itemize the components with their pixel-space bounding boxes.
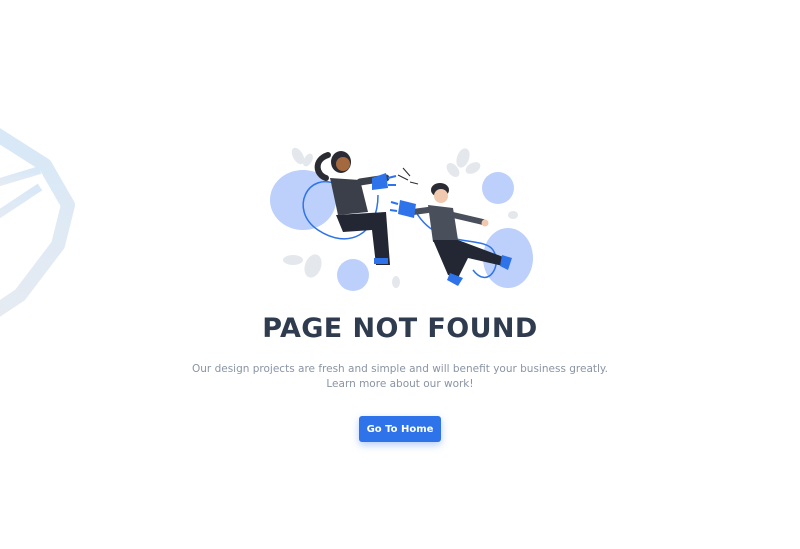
description-line-2: Learn more about our work! bbox=[326, 378, 474, 390]
page-description: Our design projects are fresh and simple… bbox=[0, 362, 800, 392]
page-title: PAGE NOT FOUND bbox=[262, 313, 538, 344]
go-to-home-button[interactable]: Go To Home bbox=[359, 416, 441, 442]
not-found-page: PAGE NOT FOUND Our design projects are f… bbox=[0, 0, 800, 549]
decorative-logo-shape bbox=[0, 128, 75, 317]
unplugged-cable-illustration bbox=[270, 147, 533, 291]
description-line-1: Our design projects are fresh and simple… bbox=[192, 363, 608, 375]
